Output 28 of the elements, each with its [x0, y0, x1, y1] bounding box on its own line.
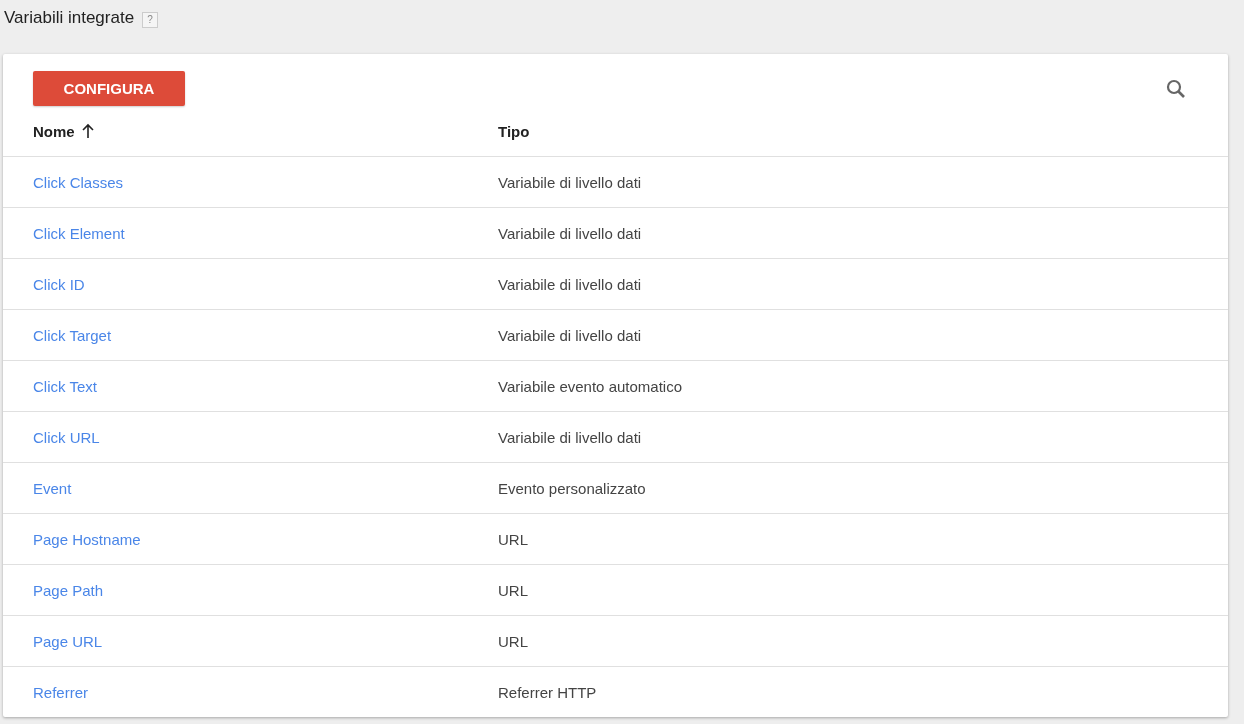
type-cell-text: URL: [498, 632, 529, 650]
variable-link[interactable]: Click ID: [33, 275, 85, 293]
type-cell-text: Variabile di livello dati: [498, 173, 643, 191]
variable-link[interactable]: Click Element: [33, 224, 125, 242]
variable-link[interactable]: Click URL: [33, 428, 100, 446]
type-cell-text: Variabile di livello dati: [498, 428, 643, 446]
variable-link[interactable]: Click Target: [33, 326, 112, 344]
column-header[interactable]: Tipo: [498, 122, 530, 140]
configure-button[interactable]: CONFIGURA: [33, 71, 185, 106]
sort-arrow-icon: [80, 123, 95, 139]
variable-link[interactable]: Event: [33, 479, 72, 497]
type-cell-text: Referrer HTTP: [498, 683, 598, 701]
variable-link[interactable]: Page Path: [33, 581, 104, 599]
column-header[interactable]: Nome: [33, 122, 95, 140]
page-title: Variabili integrate: [4, 8, 135, 28]
variable-link[interactable]: Click Text: [33, 377, 97, 395]
variable-link[interactable]: Referrer: [33, 683, 88, 701]
type-cell-text: Variabile di livello dati: [498, 224, 643, 242]
type-cell-text: URL: [498, 530, 529, 548]
type-cell-text: Variabile di livello dati: [498, 326, 643, 344]
variable-link[interactable]: Page URL: [33, 632, 103, 650]
variable-link[interactable]: Click Classes: [33, 173, 123, 191]
type-cell-text: Variabile evento automatico: [498, 377, 683, 395]
type-cell-text: Variabile di livello dati: [498, 275, 643, 293]
help-icon[interactable]: ?: [142, 11, 159, 28]
type-cell-text: Evento personalizzato: [498, 479, 647, 497]
type-cell-text: URL: [498, 581, 529, 599]
variable-link[interactable]: Page Hostname: [33, 530, 141, 548]
